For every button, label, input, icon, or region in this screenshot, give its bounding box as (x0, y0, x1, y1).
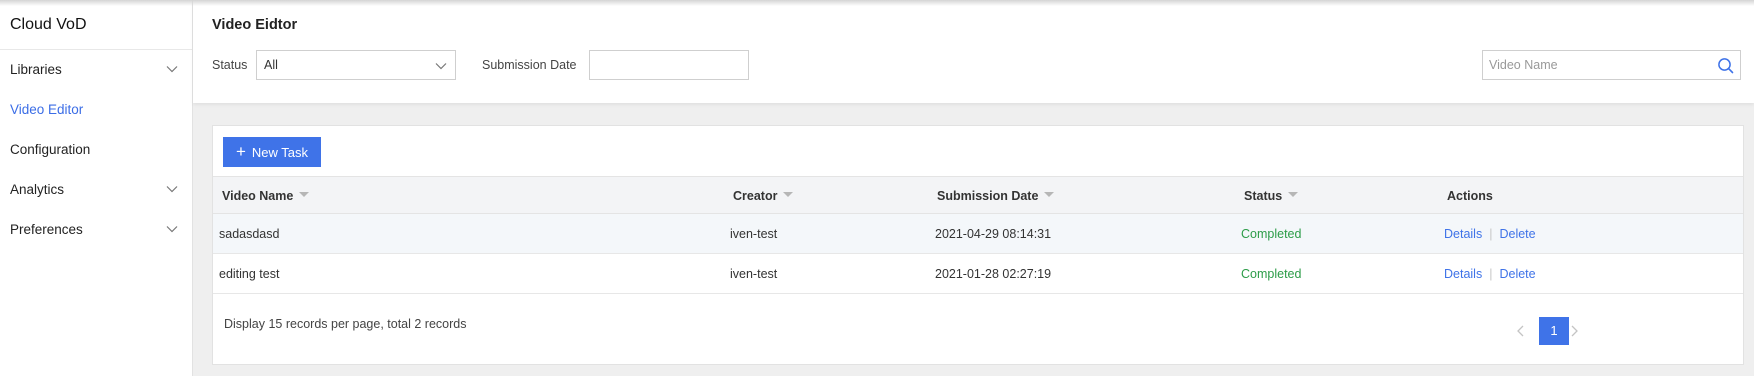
sidebar-item-label: Analytics (10, 182, 65, 197)
sidebar: Cloud VoD Libraries Video Editor Configu… (0, 0, 193, 376)
column-label: Creator (733, 189, 778, 203)
sidebar-item-analytics[interactable]: Analytics (0, 170, 192, 210)
chevron-down-icon (166, 186, 178, 193)
search-input[interactable] (1483, 51, 1703, 79)
status-select[interactable]: All (256, 50, 456, 80)
page-number-button[interactable]: 1 (1539, 317, 1569, 345)
sort-caret-icon[interactable] (783, 192, 794, 198)
filter-bar: Video Eidtor Status All Submission Date (193, 0, 1754, 103)
column-header-submission-date[interactable]: Submission Date (937, 177, 1055, 215)
sidebar-item-label: Video Editor (10, 102, 84, 117)
plus-icon: + (235, 141, 246, 161)
task-table: Video Name Creator Submission Date Statu… (213, 176, 1743, 294)
sidebar-item-configuration[interactable]: Configuration (0, 130, 192, 170)
column-header-creator[interactable]: Creator (733, 177, 794, 215)
sidebar-nav: Libraries Video Editor Configuration Ana… (0, 50, 192, 250)
sidebar-item-label: Preferences (10, 222, 83, 237)
details-link[interactable]: Details (1444, 267, 1482, 281)
action-divider: | (1489, 267, 1493, 281)
column-label: Submission Date (937, 189, 1039, 203)
cell-creator: iven-test (730, 227, 778, 241)
sort-caret-icon[interactable] (1044, 192, 1055, 198)
top-shadow (0, 0, 1754, 6)
submission-date-label: Submission Date (482, 58, 577, 72)
table-row: sadasdasd iven-test 2021-04-29 08:14:31 … (213, 214, 1743, 254)
column-header-status[interactable]: Status (1244, 177, 1299, 215)
status-badge: Completed (1241, 227, 1302, 241)
chevron-down-icon (166, 226, 178, 233)
submission-date-input[interactable] (589, 50, 749, 80)
cell-video-name: sadasdasd (219, 227, 280, 241)
sidebar-item-preferences[interactable]: Preferences (0, 210, 192, 250)
sort-caret-icon[interactable] (1288, 192, 1299, 198)
status-select-value: All (264, 58, 278, 72)
pagination-bar: Display 15 records per page, total 2 rec… (213, 288, 1743, 364)
app-title: Cloud VoD (0, 0, 192, 50)
action-divider: | (1489, 227, 1493, 241)
delete-link[interactable]: Delete (1499, 267, 1535, 281)
chevron-down-icon (435, 63, 447, 70)
column-label: Actions (1447, 189, 1493, 203)
column-header-video-name[interactable]: Video Name (222, 177, 310, 215)
details-link[interactable]: Details (1444, 227, 1482, 241)
new-task-button[interactable]: + New Task (223, 137, 321, 167)
chevron-left-icon[interactable] (1516, 325, 1526, 337)
task-list-card: + New Task Video Name Creator Submission… (212, 125, 1744, 365)
status-label: Status (212, 58, 248, 72)
chevron-right-icon[interactable] (1569, 325, 1579, 337)
cell-submission-date: 2021-04-29 08:14:31 (935, 227, 1052, 241)
sidebar-item-label: Configuration (10, 142, 91, 157)
sort-caret-icon[interactable] (299, 192, 310, 198)
column-header-actions: Actions (1447, 177, 1493, 215)
table-header: Video Name Creator Submission Date Statu… (213, 176, 1743, 214)
page-title: Video Eidtor (212, 17, 298, 33)
video-name-search (1482, 50, 1741, 80)
sidebar-item-libraries[interactable]: Libraries (0, 50, 192, 90)
search-icon[interactable] (1717, 57, 1734, 74)
column-label: Status (1244, 189, 1283, 203)
column-label: Video Name (222, 189, 294, 203)
chevron-down-icon (166, 66, 178, 73)
row-actions: Details | Delete (1444, 214, 1536, 254)
delete-link[interactable]: Delete (1499, 227, 1535, 241)
sidebar-item-video-editor[interactable]: Video Editor (0, 90, 192, 130)
sidebar-item-label: Libraries (10, 62, 62, 77)
new-task-label: New Task (251, 144, 309, 160)
records-summary: Display 15 records per page, total 2 rec… (224, 317, 467, 331)
